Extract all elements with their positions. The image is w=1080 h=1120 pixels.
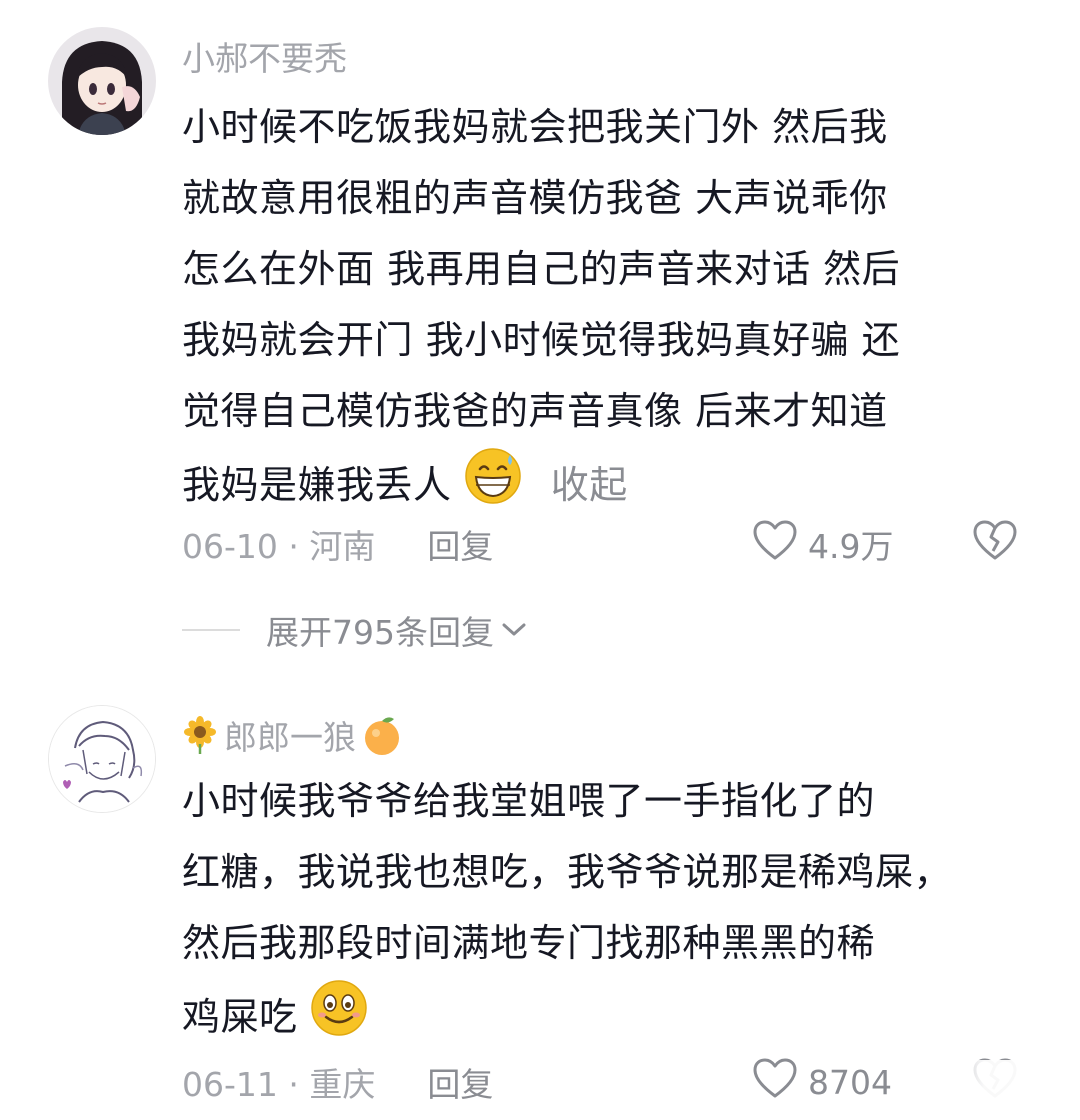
smiling-emoji xyxy=(310,979,368,1060)
like-count: 8704 xyxy=(808,1062,892,1102)
orange-icon xyxy=(360,713,404,757)
username[interactable]: 郎郎一狼 xyxy=(182,712,404,758)
heart-icon xyxy=(752,519,798,569)
comment-text: 小时候不吃饭我妈就会把我关门外 然后我 就故意用很粗的声音模仿我爸 大声说乖你 … xyxy=(182,92,1042,518)
sunflower-icon xyxy=(182,716,218,754)
comment-text: 小时候我爷爷给我堂姐喂了一手指化了的 红糖，我说我也想吃，我爷爷说那是稀鸡屎， … xyxy=(182,766,1042,1050)
comment-line: 我妈是嫌我丢人 xyxy=(182,463,452,507)
comment-line: 红糖，我说我也想吃，我爷爷说那是稀鸡屎， xyxy=(182,850,953,894)
like-button[interactable]: 8704 xyxy=(752,1057,892,1107)
chevron-down-icon xyxy=(500,620,528,640)
divider xyxy=(182,629,240,631)
like-count: 4.9万 xyxy=(808,527,894,566)
comment-line: 就故意用很粗的声音模仿我爸 大声说乖你 xyxy=(182,176,888,220)
reply-button[interactable]: 回复 xyxy=(427,520,493,568)
avatar[interactable] xyxy=(48,27,156,135)
collapse-button[interactable]: 收起 xyxy=(551,463,628,507)
dislike-icon[interactable] xyxy=(972,519,1018,569)
comment-line: 鸡屎吃 xyxy=(182,995,298,1039)
comment-meta: 06-11 · 重庆 回复 8704 xyxy=(182,1052,1042,1112)
expand-replies-button[interactable]: 展开795条回复 xyxy=(182,606,528,654)
heart-icon xyxy=(752,1057,798,1107)
username[interactable]: 小郝不要秃 xyxy=(182,33,347,79)
watermark-overlay xyxy=(920,1060,1080,1120)
comment-line: 觉得自己模仿我爸的声音真像 后来才知道 xyxy=(182,389,888,433)
comment-line: 我妈就会开门 我小时候觉得我妈真好骗 还 xyxy=(182,318,901,362)
reply-button[interactable]: 回复 xyxy=(427,1058,493,1106)
comment-line: 然后我那段时间满地专门找那种黑黑的稀 xyxy=(182,921,876,965)
date-location: 06-11 · 重庆 xyxy=(182,1065,376,1104)
expand-replies-label: 展开795条回复 xyxy=(266,613,494,652)
comment-line: 怎么在外面 我再用自己的声音来对话 然后 xyxy=(182,247,901,291)
avatar[interactable] xyxy=(48,705,156,813)
comment-line: 小时候我爷爷给我堂姐喂了一手指化了的 xyxy=(182,779,876,823)
like-button[interactable]: 4.9万 xyxy=(752,519,893,569)
comment-meta: 06-10 · 河南 回复 4.9万 xyxy=(182,514,1042,574)
comment-line: 小时候不吃饭我妈就会把我关门外 然后我 xyxy=(182,105,888,149)
date-location: 06-10 · 河南 xyxy=(182,527,376,566)
